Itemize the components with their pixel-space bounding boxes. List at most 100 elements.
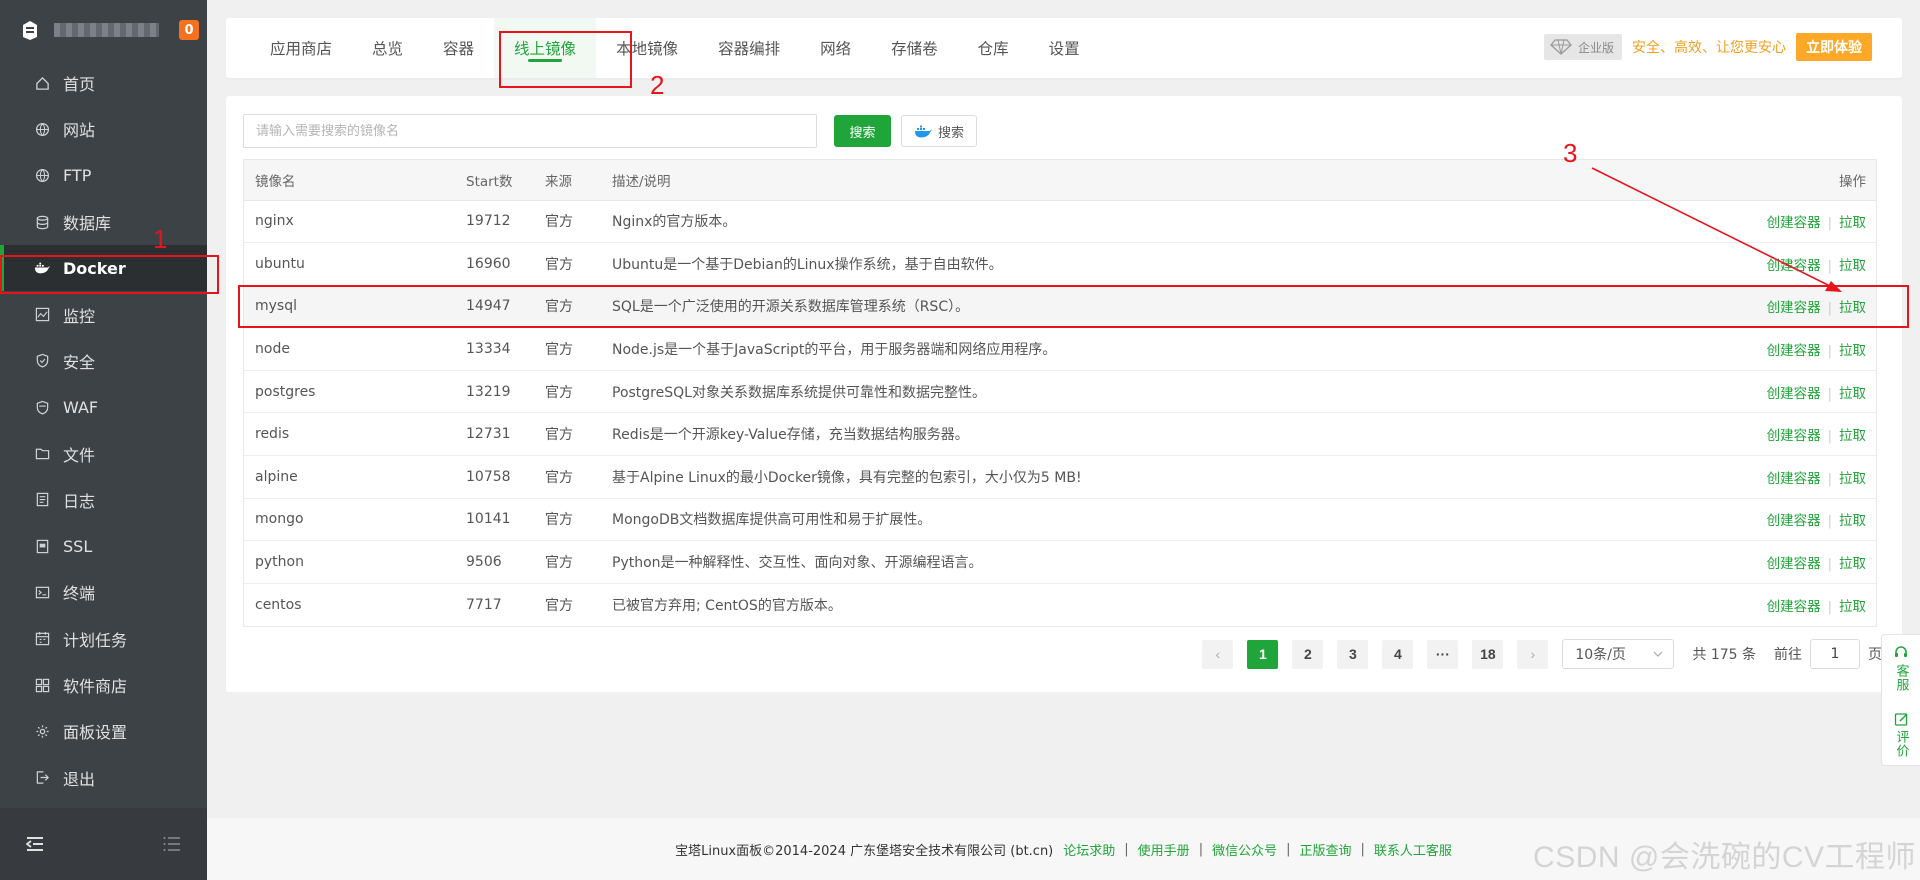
page-button[interactable]: 4 xyxy=(1382,639,1414,669)
image-search-input[interactable] xyxy=(243,114,817,148)
pull-image-link[interactable]: 拉取 xyxy=(1839,513,1866,529)
footer-link[interactable]: 正版查询 xyxy=(1299,840,1351,859)
tab-3[interactable]: 线上镜像 xyxy=(494,18,597,78)
footer-link[interactable]: 使用手册 xyxy=(1138,840,1190,859)
pull-image-link[interactable]: 拉取 xyxy=(1839,258,1866,274)
page-button[interactable]: 18 xyxy=(1472,639,1504,669)
source-cell: 官方 xyxy=(545,370,612,414)
pull-image-link[interactable]: 拉取 xyxy=(1839,471,1866,487)
tab-2[interactable]: 容器 xyxy=(423,18,494,78)
sidebar-item-退出[interactable]: 退出 xyxy=(0,754,207,800)
sidebar-item-文件[interactable]: 文件 xyxy=(0,430,207,476)
footer-link[interactable]: 论坛求助 xyxy=(1063,840,1115,859)
review-button[interactable]: 评价 xyxy=(1894,712,1909,758)
stars-cell: 13334 xyxy=(466,327,545,371)
sidebar-item-终端[interactable]: 终端 xyxy=(0,569,207,615)
create-container-link[interactable]: 创建容器 xyxy=(1767,343,1821,359)
goto-page-input[interactable] xyxy=(1810,639,1860,669)
create-container-link[interactable]: 创建容器 xyxy=(1767,471,1821,487)
create-container-link[interactable]: 创建容器 xyxy=(1767,599,1821,615)
pull-image-link[interactable]: 拉取 xyxy=(1839,428,1866,444)
tab-0[interactable]: 应用商店 xyxy=(250,18,352,78)
tab-6[interactable]: 网络 xyxy=(800,18,871,78)
sidebar-item-ftp[interactable]: FTP xyxy=(0,153,207,199)
pull-image-link[interactable]: 拉取 xyxy=(1839,300,1866,316)
pull-image-link[interactable]: 拉取 xyxy=(1839,556,1866,572)
sidebar-item-ssl[interactable]: SSL xyxy=(0,523,207,569)
image-name-cell: node xyxy=(244,327,466,371)
footer-link[interactable]: 微信公众号 xyxy=(1212,840,1277,859)
menu-list-icon[interactable] xyxy=(163,836,181,852)
sidebar-item-docker[interactable]: Docker xyxy=(0,245,207,292)
table-row: mysql 14947 官方 SQL是一个广泛使用的开源关系数据库管理系统（RSC）。… xyxy=(244,285,1876,329)
sidebar-item-软件商店[interactable]: 软件商店 xyxy=(0,662,207,708)
col-stars: Start数 xyxy=(466,160,545,201)
source-cell: 官方 xyxy=(545,242,612,286)
image-name-cell: postgres xyxy=(244,370,466,414)
tab-1[interactable]: 总览 xyxy=(352,18,423,78)
description-cell: SQL是一个广泛使用的开源关系数据库管理系统（RSC）。 xyxy=(612,285,1676,329)
create-container-link[interactable]: 创建容器 xyxy=(1767,215,1821,231)
logout-icon xyxy=(34,770,50,786)
sidebar-item-网站[interactable]: 网站 xyxy=(0,106,207,152)
notification-badge[interactable]: 0 xyxy=(179,20,199,40)
tab-7[interactable]: 存储卷 xyxy=(871,18,958,78)
table-row: redis 12731 官方 Redis是一个开源key-Value存储，充当数据结构… xyxy=(244,412,1876,457)
description-cell: Ubuntu是一个基于Debian的Linux操作系统，基于自由软件。 xyxy=(612,242,1676,286)
table-row: postgres 13219 官方 PostgreSQL对象关系数据库系统提供可靠性和… xyxy=(244,370,1876,414)
sidebar-item-label: 计划任务 xyxy=(63,630,128,650)
docker-hub-search-button[interactable]: 搜索 xyxy=(901,115,978,147)
sidebar-item-首页[interactable]: 首页 xyxy=(0,60,207,106)
sidebar-item-waf[interactable]: WAF xyxy=(0,384,207,430)
action-separator: | xyxy=(1827,471,1832,487)
source-cell: 官方 xyxy=(545,540,612,584)
pull-image-link[interactable]: 拉取 xyxy=(1839,599,1866,615)
tab-8[interactable]: 仓库 xyxy=(958,18,1029,78)
pull-image-link[interactable]: 拉取 xyxy=(1839,215,1866,231)
sidebar-item-计划任务[interactable]: 计划任务 xyxy=(0,616,207,662)
source-cell: 官方 xyxy=(545,200,612,244)
sidebar-item-日志[interactable]: 日志 xyxy=(0,477,207,523)
search-button[interactable]: 搜索 xyxy=(834,115,891,147)
pull-image-link[interactable]: 拉取 xyxy=(1839,386,1866,402)
gear-icon xyxy=(34,723,50,739)
create-container-link[interactable]: 创建容器 xyxy=(1767,300,1821,316)
tab-9[interactable]: 设置 xyxy=(1029,18,1100,78)
page-button[interactable]: 2 xyxy=(1292,639,1324,669)
tab-5[interactable]: 容器编排 xyxy=(698,18,800,78)
create-container-link[interactable]: 创建容器 xyxy=(1767,258,1821,274)
stars-cell: 10758 xyxy=(466,455,545,499)
shield-icon xyxy=(34,353,50,369)
docker-whale-icon xyxy=(915,125,932,137)
create-container-link[interactable]: 创建容器 xyxy=(1767,386,1821,402)
prev-page-button[interactable]: ‹ xyxy=(1202,639,1234,669)
sidebar-item-安全[interactable]: 安全 xyxy=(0,338,207,384)
sidebar-item-数据库[interactable]: 数据库 xyxy=(0,199,207,245)
image-name-cell: ubuntu xyxy=(244,242,466,286)
sidebar-item-面板设置[interactable]: 面板设置 xyxy=(0,708,207,754)
create-container-link[interactable]: 创建容器 xyxy=(1767,428,1821,444)
create-container-link[interactable]: 创建容器 xyxy=(1767,513,1821,529)
create-container-link[interactable]: 创建容器 xyxy=(1767,556,1821,572)
pull-image-link[interactable]: 拉取 xyxy=(1839,343,1866,359)
next-page-button[interactable]: › xyxy=(1517,639,1549,669)
page-ellipsis[interactable]: ··· xyxy=(1427,639,1459,669)
images-table: 镜像名 Start数 来源 描述/说明 操作 nginx 19712 官方 Nginx… xyxy=(243,159,1877,627)
description-cell: MongoDB文档数据库提供高可用性和易于扩展性。 xyxy=(612,498,1676,542)
sidebar-item-label: 首页 xyxy=(63,75,96,95)
customer-service-button[interactable]: 客服 xyxy=(1893,645,1909,692)
action-separator: | xyxy=(1827,599,1832,615)
enterprise-badge: 企业版 xyxy=(1543,34,1622,60)
collapse-sidebar-icon[interactable] xyxy=(26,836,44,852)
try-now-button[interactable]: 立即体验 xyxy=(1796,33,1872,61)
page-button[interactable]: 1 xyxy=(1247,639,1279,669)
pagination: ‹ 1234 ··· 18 › 10条/页 共 175 条 前往 页 xyxy=(1188,639,1882,669)
stars-cell: 12731 xyxy=(466,412,545,457)
footer-link[interactable]: 联系人工客服 xyxy=(1374,840,1452,859)
sidebar-item-监控[interactable]: 监控 xyxy=(0,291,207,337)
tab-4[interactable]: 本地镜像 xyxy=(596,18,698,78)
stars-cell: 7717 xyxy=(466,596,502,613)
page-size-select[interactable]: 10条/页 xyxy=(1562,639,1675,669)
bt-logo-icon[interactable] xyxy=(20,19,40,41)
page-button[interactable]: 3 xyxy=(1337,639,1369,669)
